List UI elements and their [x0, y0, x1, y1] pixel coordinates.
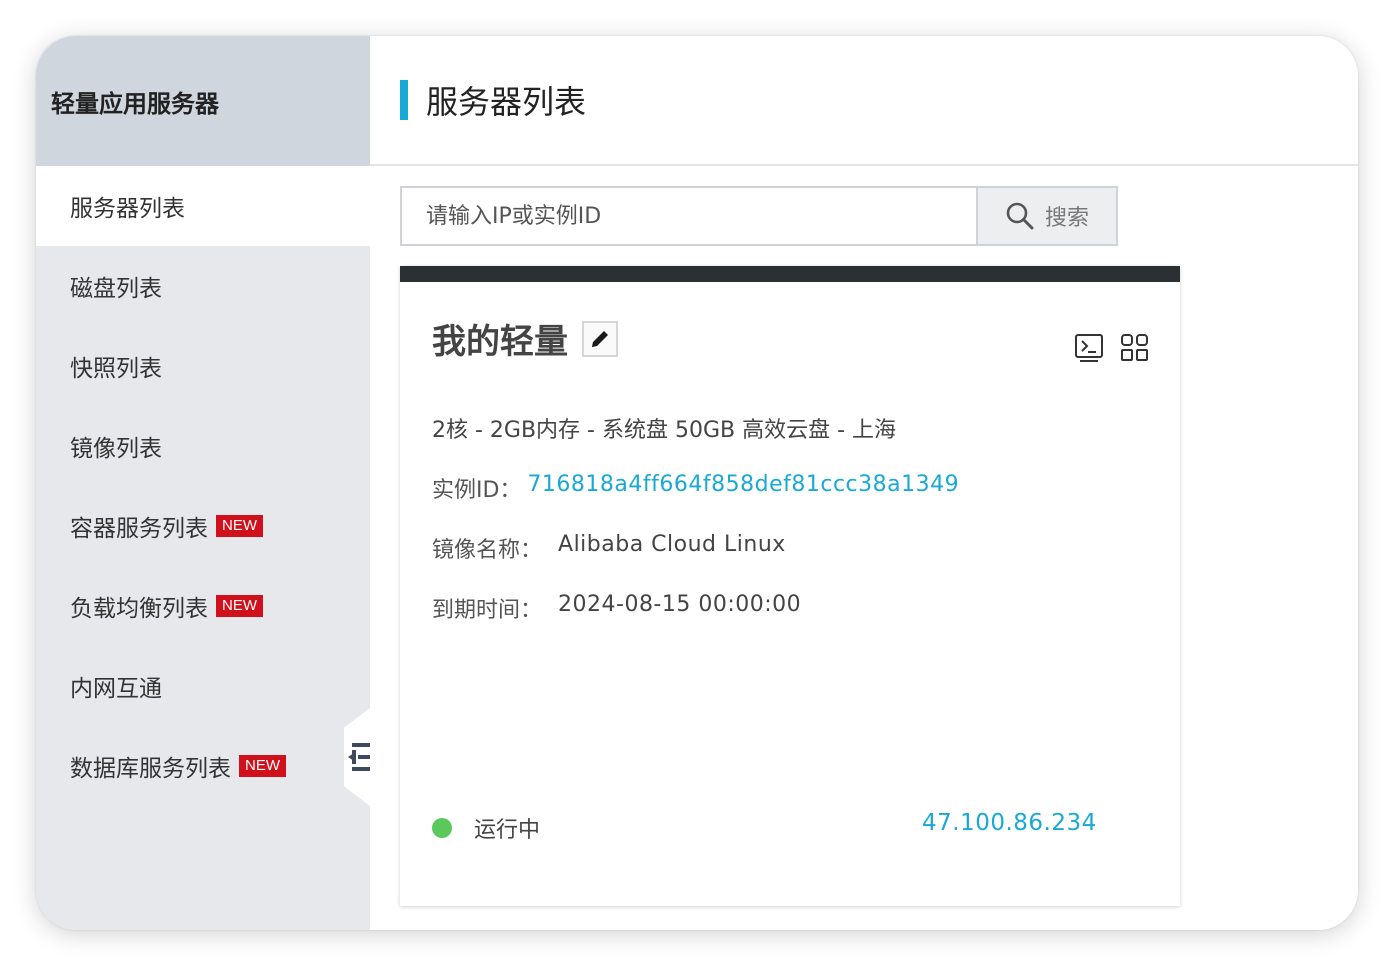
- sidebar-item-label: 快照列表: [70, 356, 162, 382]
- main-content: 服务器列表 搜索 我的轻量: [370, 36, 1358, 930]
- sidebar-item-label: 服务器列表: [70, 196, 185, 222]
- instance-id-label: 实例ID：: [432, 478, 522, 503]
- status-row: 运行中: [432, 812, 540, 844]
- sidebar-item-label: 磁盘列表: [70, 276, 162, 302]
- image-value: Alibaba Cloud Linux: [558, 532, 786, 557]
- sidebar-item-label: 内网互通: [70, 676, 162, 702]
- sidebar-item-image-list[interactable]: 镜像列表: [36, 406, 370, 486]
- card-actions: [1074, 332, 1150, 364]
- app-window: 轻量应用服务器 服务器列表 磁盘列表 快照列表 镜像列表 容器服务列表 NEW …: [36, 36, 1358, 930]
- grid-apps-icon[interactable]: [1120, 332, 1150, 364]
- new-badge: NEW: [216, 595, 263, 617]
- terminal-icon[interactable]: [1074, 332, 1106, 364]
- expire-value: 2024-08-15 00:00:00: [558, 592, 802, 617]
- status-text: 运行中: [474, 818, 541, 843]
- sidebar-item-label: 镜像列表: [70, 436, 162, 462]
- search-button[interactable]: 搜索: [978, 186, 1118, 246]
- sidebar-item-container-list[interactable]: 容器服务列表 NEW: [36, 486, 370, 566]
- sidebar-item-label: 容器服务列表: [70, 516, 208, 542]
- image-row: 镜像名称： Alibaba Cloud Linux: [432, 532, 786, 564]
- server-card: 我的轻量 2核 - 2GB内存 - 系统盘 50GB 高效云盘 - 上海 实例I…: [400, 266, 1180, 906]
- new-badge: NEW: [239, 755, 286, 777]
- sidebar-item-label: 负载均衡列表: [70, 596, 208, 622]
- server-spec: 2核 - 2GB内存 - 系统盘 50GB 高效云盘 - 上海: [432, 418, 897, 443]
- search-button-label: 搜索: [1044, 206, 1089, 231]
- sidebar-item-label: 数据库服务列表: [70, 756, 231, 782]
- instance-id-row: 实例ID： 716818a4ff664f858def81ccc38a1349: [432, 472, 959, 504]
- page-header: 服务器列表: [370, 36, 1358, 166]
- search-input[interactable]: [400, 186, 978, 246]
- sidebar-item-server-list[interactable]: 服务器列表: [36, 166, 370, 246]
- edit-name-button[interactable]: [582, 320, 618, 357]
- sidebar-item-intranet[interactable]: 内网互通: [36, 646, 370, 726]
- page-title: 服务器列表: [426, 83, 587, 121]
- sidebar-item-load-balancer-list[interactable]: 负载均衡列表 NEW: [36, 566, 370, 646]
- new-badge: NEW: [216, 515, 263, 537]
- title-accent-bar: [400, 80, 408, 120]
- expire-row: 到期时间： 2024-08-15 00:00:00: [432, 592, 801, 624]
- collapse-menu-icon: [348, 743, 370, 771]
- sidebar: 轻量应用服务器 服务器列表 磁盘列表 快照列表 镜像列表 容器服务列表 NEW …: [36, 36, 370, 930]
- sidebar-item-database-list[interactable]: 数据库服务列表 NEW: [36, 726, 370, 806]
- card-title-row: 我的轻量: [432, 314, 618, 363]
- server-name: 我的轻量: [432, 322, 568, 362]
- sidebar-item-snapshot-list[interactable]: 快照列表: [36, 326, 370, 406]
- search-icon: [1006, 202, 1034, 230]
- sidebar-item-disk-list[interactable]: 磁盘列表: [36, 246, 370, 326]
- instance-id-link[interactable]: 716818a4ff664f858def81ccc38a1349: [527, 472, 959, 504]
- expire-label: 到期时间：: [432, 598, 543, 623]
- sidebar-title: 轻量应用服务器: [36, 36, 370, 166]
- public-ip-link[interactable]: 47.100.86.234: [922, 810, 1097, 836]
- image-label: 镜像名称：: [432, 538, 543, 563]
- status-dot-icon: [432, 818, 452, 838]
- search-bar: 搜索: [400, 186, 1118, 246]
- pencil-icon: [592, 330, 608, 347]
